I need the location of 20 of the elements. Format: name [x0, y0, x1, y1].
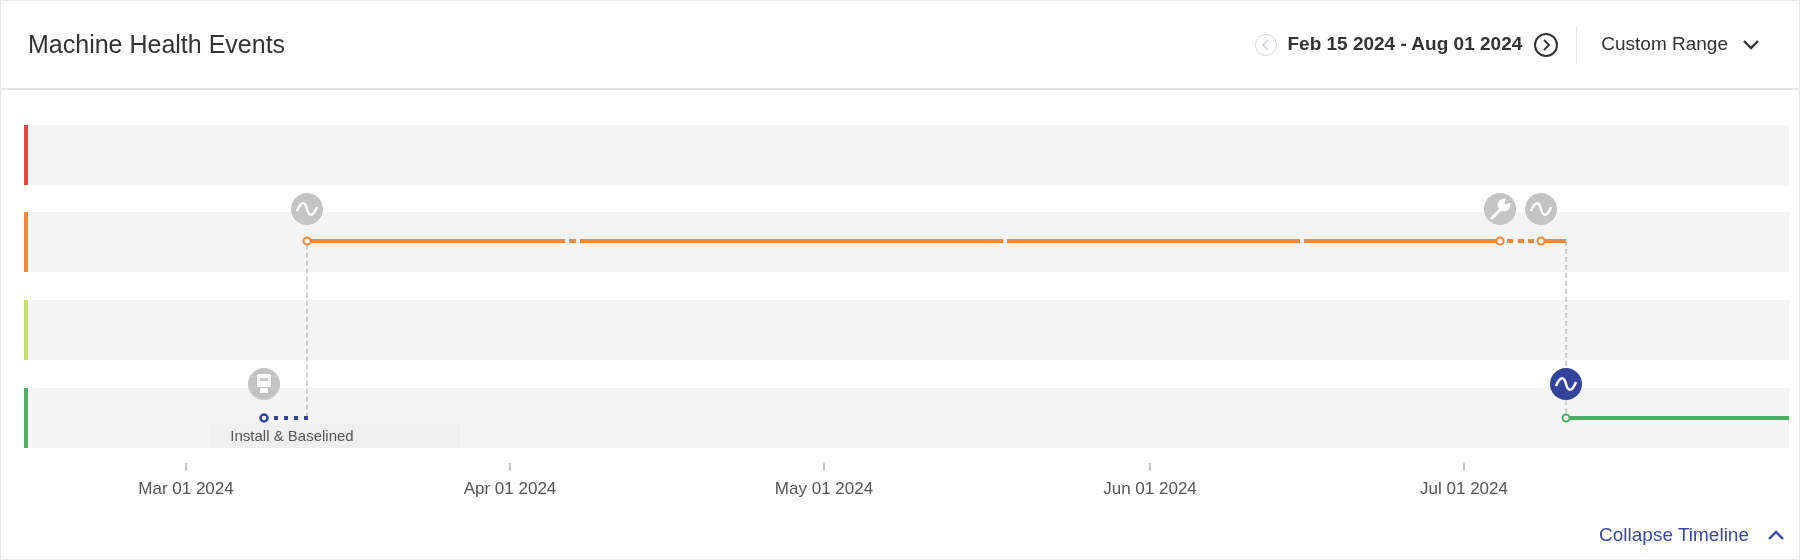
axis-label: Jun 01 2024 — [1103, 478, 1197, 500]
chevron-down-icon — [1742, 39, 1760, 50]
axis-label: Jul 01 2024 — [1420, 478, 1508, 500]
chevron-right-icon — [1541, 38, 1552, 51]
chevron-left-icon — [1261, 38, 1272, 51]
event-label: Install & Baselined — [230, 427, 354, 444]
next-button[interactable] — [1534, 32, 1559, 57]
date-range: Feb 15 2024 - Aug 01 2024 — [1287, 32, 1523, 57]
axis-label: Mar 01 2024 — [138, 478, 234, 500]
collapse-timeline-link[interactable]: Collapse Timeline — [1599, 521, 1785, 550]
range-dropdown[interactable]: Custom Range — [1601, 30, 1760, 59]
axis-label: May 01 2024 — [774, 478, 874, 500]
axis-label: Apr 01 2024 — [463, 478, 557, 500]
wrench-icon[interactable] — [1484, 193, 1516, 225]
sensor-icon[interactable] — [248, 368, 280, 400]
connector-line — [1565, 399, 1567, 415]
install-marker — [259, 413, 308, 423]
panel-title: Machine Health Events — [28, 28, 286, 60]
chevron-up-icon — [1767, 529, 1785, 541]
wave-icon[interactable] — [1550, 368, 1582, 400]
